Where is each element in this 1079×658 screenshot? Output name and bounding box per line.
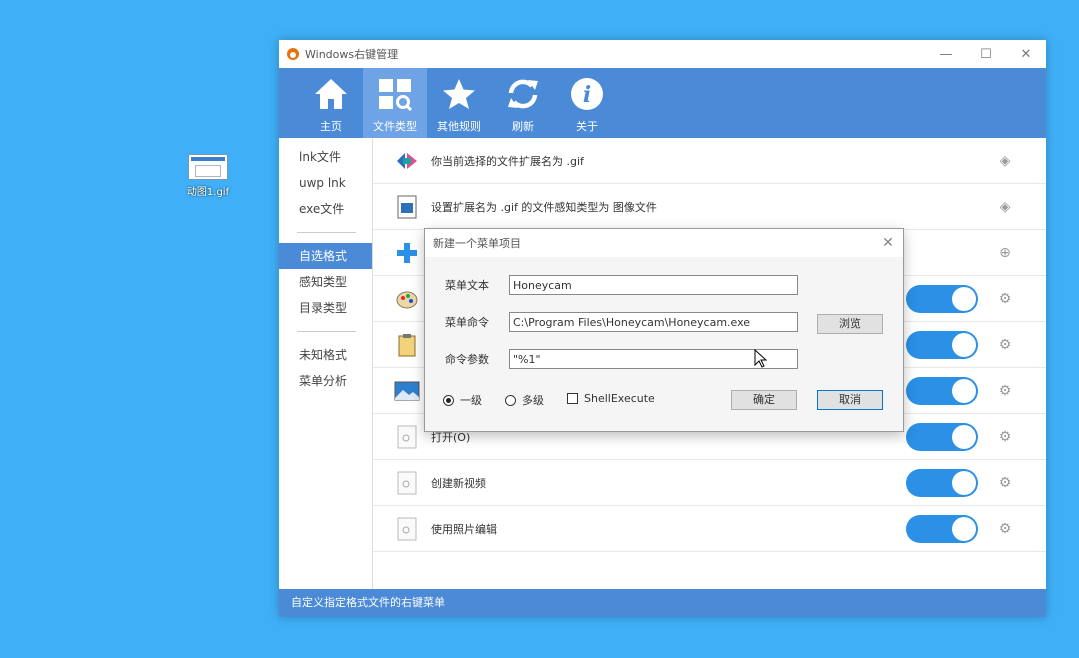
desktop-file-label: 动图1.gif — [186, 187, 230, 198]
status-bar: 自定义指定格式文件的右键菜单 — [279, 589, 1046, 617]
menu-command-label: 菜单命令 — [445, 316, 489, 329]
toggle-switch[interactable] — [906, 284, 978, 313]
sidebar-item-directory-type[interactable]: 目录类型 — [279, 295, 372, 321]
multi-level-radio[interactable]: 多级 — [505, 392, 544, 408]
add-item-icon[interactable]: ⊕ — [994, 245, 1016, 261]
maximize-button[interactable]: ☐ — [966, 40, 1006, 68]
image-file-icon — [393, 193, 421, 221]
file-type-icon — [377, 74, 413, 114]
sidebar-item-menu-analysis[interactable]: 菜单分析 — [279, 368, 372, 394]
checkbox-icon — [567, 393, 578, 404]
settings-icon[interactable]: ⚙ — [994, 291, 1016, 307]
settings-icon[interactable]: ⚙ — [994, 337, 1016, 353]
toggle-switch[interactable] — [906, 330, 978, 359]
minimize-button[interactable]: — — [926, 40, 966, 68]
command-params-label: 命令参数 — [445, 353, 489, 366]
menu-text-field: 菜单文本 Honeycam — [445, 275, 798, 295]
sidebar-divider — [297, 232, 356, 233]
toolbar-file-type[interactable]: 文件类型 — [363, 68, 427, 138]
radio-icon — [505, 394, 516, 406]
menu-text-label: 菜单文本 — [445, 279, 489, 292]
browse-button[interactable]: 浏览 — [817, 314, 883, 334]
list-item-text: 设置扩展名为 .gif 的文件感知类型为 图像文件 — [431, 200, 657, 214]
paint-icon — [393, 285, 421, 313]
desktop-file-icon[interactable]: 动图1.gif — [183, 154, 233, 198]
sidebar-item-perceived-type[interactable]: 感知类型 — [279, 269, 372, 295]
title-bar: Windows右键管理 — ☐ ✕ — [279, 40, 1046, 68]
toggle-switch[interactable] — [906, 468, 978, 497]
app-icon — [287, 48, 299, 60]
sidebar-item-unknown-format[interactable]: 未知格式 — [279, 342, 372, 368]
new-menu-item-dialog: 新建一个菜单项目 ✕ 菜单文本 Honeycam 菜单命令 C:\Program… — [424, 228, 904, 432]
window-title: Windows右键管理 — [305, 48, 399, 61]
list-item[interactable]: 设置扩展名为 .gif 的文件感知类型为 图像文件 ◈ — [373, 184, 1046, 230]
sidebar-item-uwp-lnk[interactable]: uwp lnk — [279, 170, 372, 196]
settings-icon[interactable]: ⚙ — [994, 475, 1016, 491]
dialog-title: 新建一个菜单项目 — [433, 237, 521, 250]
menu-text-input[interactable]: Honeycam — [509, 275, 798, 295]
add-icon — [393, 239, 421, 267]
sidebar-item-exe[interactable]: exe文件 — [279, 196, 372, 222]
command-params-field: 命令参数 "%1" — [445, 349, 798, 369]
level-one-radio[interactable]: 一级 — [443, 392, 482, 408]
generic-file-icon — [393, 423, 421, 451]
list-item-text: 你当前选择的文件扩展名为 .gif — [431, 154, 584, 168]
gif-thumbnail-icon — [188, 154, 228, 180]
sidebar: lnk文件 uwp lnk exe文件 自选格式 感知类型 目录类型 未知格式 … — [279, 138, 373, 589]
cancel-button[interactable]: 取消 — [817, 390, 883, 410]
star-icon — [441, 74, 477, 114]
list-item-text: 使用照片编辑 — [431, 522, 497, 536]
dialog-close-icon[interactable]: ✕ — [873, 235, 903, 251]
toolbar-other-rules[interactable]: 其他规则 — [427, 68, 491, 138]
menu-command-field: 菜单命令 C:\Program Files\Honeycam\Honeycam.… — [445, 312, 798, 332]
toggle-switch[interactable] — [906, 422, 978, 451]
layers-icon[interactable]: ◈ — [994, 199, 1016, 215]
photo-icon — [393, 377, 421, 405]
info-icon: i — [569, 74, 605, 114]
generic-file-icon — [393, 469, 421, 497]
close-button[interactable]: ✕ — [1006, 40, 1046, 68]
settings-icon[interactable]: ⚙ — [994, 383, 1016, 399]
sidebar-divider — [297, 331, 356, 332]
sidebar-item-lnk[interactable]: lnk文件 — [279, 144, 372, 170]
mouse-cursor-icon — [754, 349, 768, 368]
ok-button[interactable]: 确定 — [731, 390, 797, 410]
extension-icon — [393, 147, 421, 175]
settings-icon[interactable]: ⚙ — [994, 521, 1016, 537]
toolbar-about[interactable]: i 关于 — [555, 68, 619, 138]
generic-file-icon — [393, 515, 421, 543]
list-item[interactable]: 使用照片编辑 ⚙ — [373, 506, 1046, 552]
settings-icon[interactable]: ⚙ — [994, 429, 1016, 445]
dialog-title-bar: 新建一个菜单项目 ✕ — [425, 229, 903, 257]
toolbar-refresh[interactable]: 刷新 — [491, 68, 555, 138]
list-item-text: 创建新视频 — [431, 476, 486, 490]
toggle-switch[interactable] — [906, 514, 978, 543]
list-item[interactable]: 你当前选择的文件扩展名为 .gif ◈ — [373, 138, 1046, 184]
toolbar-home[interactable]: 主页 — [299, 68, 363, 138]
svg-text:i: i — [583, 82, 591, 108]
toggle-switch[interactable] — [906, 376, 978, 405]
layers-icon[interactable]: ◈ — [994, 153, 1016, 169]
list-item[interactable]: 创建新视频 ⚙ — [373, 460, 1046, 506]
clipboard-icon — [393, 331, 421, 359]
shellexecute-checkbox[interactable]: ShellExecute — [567, 392, 655, 405]
home-icon — [313, 74, 349, 114]
menu-command-input[interactable]: C:\Program Files\Honeycam\Honeycam.exe — [509, 312, 798, 332]
radio-selected-icon — [443, 394, 454, 406]
toolbar: 主页 文件类型 其他规则 刷新 i 关于 — [279, 68, 1046, 138]
sidebar-item-custom-format[interactable]: 自选格式 — [279, 243, 372, 269]
refresh-icon — [505, 74, 541, 114]
